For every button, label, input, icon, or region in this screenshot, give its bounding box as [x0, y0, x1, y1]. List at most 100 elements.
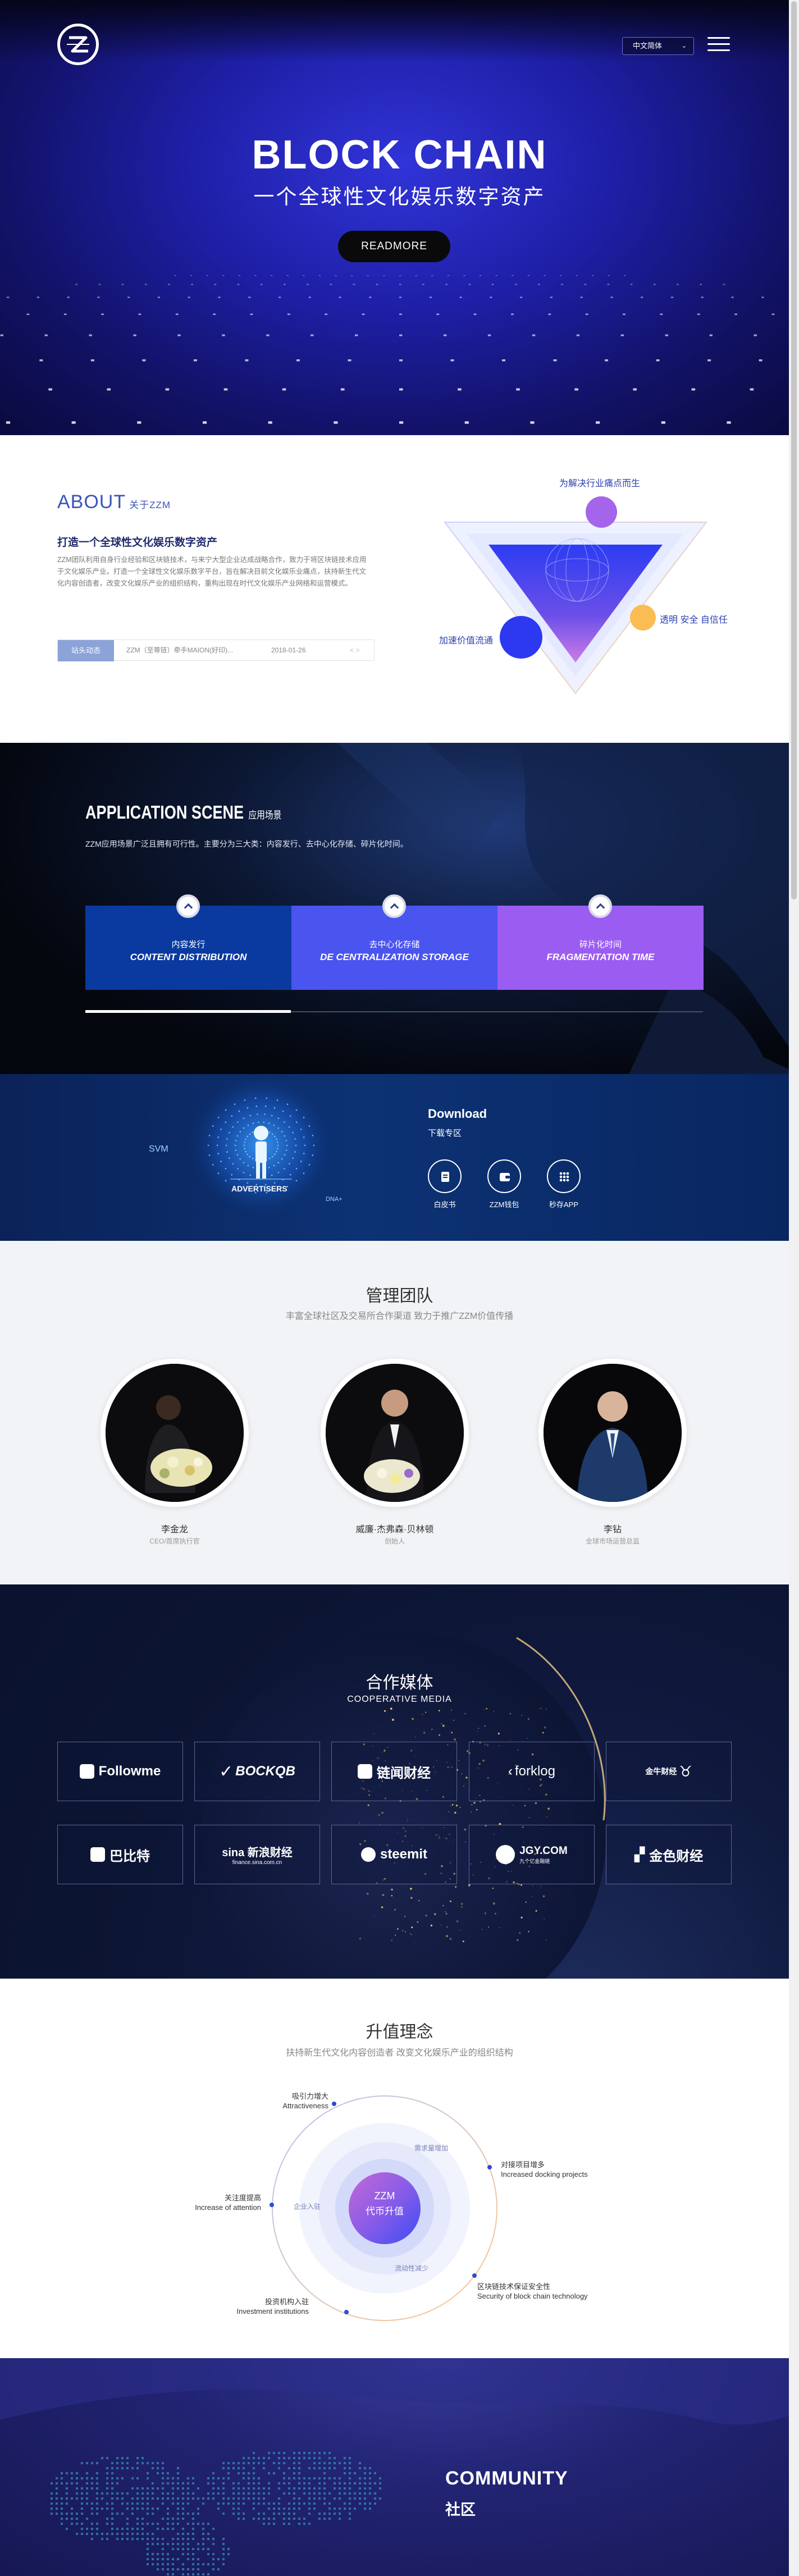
- sina-url: finance.sina.com.cn: [232, 1860, 282, 1866]
- media-title: 合作媒体: [366, 1674, 433, 1692]
- partner-name: 链闻财经: [377, 1765, 431, 1781]
- member-role: CEO/首席执行官: [149, 1537, 200, 1545]
- svm-label: SVM: [149, 1144, 168, 1154]
- logo[interactable]: [57, 24, 99, 65]
- triangle-label-top: 为解决行业痛点而生: [559, 479, 641, 488]
- news-arrows[interactable]: < >: [350, 640, 359, 660]
- about-heading-cn: 关于ZZM: [129, 500, 171, 510]
- partner-jinse[interactable]: ▞ 金色财经: [606, 1825, 732, 1884]
- partner-bockqb[interactable]: ✓ BOCKQB: [194, 1742, 320, 1801]
- whitepaper-button[interactable]: [428, 1159, 462, 1193]
- wallet-icon: [500, 1173, 510, 1181]
- application-title-en: APPLICATION SCENE: [85, 802, 244, 823]
- partner-8btc[interactable]: 巴比特: [57, 1825, 183, 1884]
- chevron-up-icon[interactable]: [382, 894, 406, 918]
- media-section: 合作媒体 COOPERATIVE MEDIA Followme ✓ BOCKQB …: [0, 1584, 799, 1979]
- partner-name: JGY.COM: [519, 1844, 568, 1857]
- followme-logo-icon: [79, 1764, 94, 1779]
- about-section: ABOUT 关于ZZM 打造一个全球性文化娱乐数字资产 ZZM团队利用自身行业经验…: [0, 435, 799, 743]
- world-map-graphic: [0, 2358, 799, 2575]
- app-card-3[interactable]: 碎片化时间 FRAGMENTATION TIME: [497, 894, 704, 990]
- download-subtitle: 下载专区: [428, 1129, 462, 1138]
- jgy-logo-icon: [496, 1845, 515, 1864]
- app-card-1[interactable]: 内容发行 CONTENT DISTRIBUTION: [85, 894, 291, 990]
- hamburger-menu-icon[interactable]: [707, 37, 730, 54]
- chevron-down-icon: ⌄: [681, 43, 687, 49]
- app-card-en: FRAGMENTATION TIME: [546, 952, 655, 962]
- triangle-label-right: 透明 安全 自信任: [660, 615, 728, 625]
- partner-lianwen[interactable]: 链闻财经: [331, 1742, 457, 1801]
- bockqb-logo-icon: ✓: [219, 1762, 234, 1781]
- app-card-en: CONTENT DISTRIBUTION: [130, 952, 247, 962]
- about-heading: ABOUT 关于ZZM: [57, 491, 171, 513]
- app-card-cn: 内容发行: [171, 940, 206, 949]
- member-name: 李钻: [603, 1525, 622, 1534]
- inner-label-left: 企业入驻: [294, 2203, 321, 2210]
- team-member-2: 威廉·杰弗森·贝林顿 创始人: [319, 1359, 471, 1561]
- app-card-cn: 碎片化时间: [579, 940, 622, 949]
- partner-steemit[interactable]: steemit: [331, 1825, 457, 1884]
- about-title: 打造一个全球性文化娱乐数字资产: [57, 537, 218, 549]
- member-name: 李金龙: [161, 1525, 188, 1534]
- partner-sina[interactable]: sina 新浪财经 finance.sina.com.cn: [194, 1825, 320, 1884]
- about-heading-en: ABOUT: [57, 491, 126, 513]
- chevron-up-icon[interactable]: [176, 894, 200, 918]
- member-photo: [326, 1364, 464, 1502]
- application-scene-section: APPLICATION SCENE 应用场景 ZZM应用场景广泛且拥有可行性。主要…: [0, 743, 799, 1074]
- member-photo: [544, 1364, 682, 1502]
- point-docking: 对接项目增多 Increased docking projects: [501, 2161, 588, 2178]
- dna-label: DNA+: [326, 1196, 343, 1203]
- chevron-up-icon[interactable]: [588, 894, 612, 918]
- team-member-3: 李钻 全球市场运营总监: [537, 1359, 688, 1561]
- application-title-cn: 应用场景: [248, 810, 282, 821]
- member-role: 创始人: [384, 1537, 405, 1545]
- forklog-logo-icon: ‹: [508, 1764, 513, 1779]
- community-subtitle: 社区: [445, 2501, 476, 2518]
- download-title: Download: [428, 1107, 487, 1121]
- partner-forklog[interactable]: ‹ forklog: [469, 1742, 595, 1801]
- app-card-2[interactable]: 去中心化存储 DE CENTRALIZATION STORAGE: [291, 894, 497, 990]
- readmore-button[interactable]: READMORE: [338, 231, 450, 262]
- app-card-cn: 去中心化存储: [369, 940, 420, 949]
- news-tag: 站头动态: [58, 640, 114, 661]
- member-photo: [106, 1364, 244, 1502]
- hero-grid-graphic: [0, 275, 799, 424]
- news-bar: 站头动态 ZZM（至尊链）牵手MAION(好印)... 2018-01-26 <…: [57, 640, 375, 661]
- bull-logo-icon: ♉: [679, 1762, 692, 1780]
- triangle-label-left: 加速价值流通: [439, 636, 494, 646]
- team-subtitle: 丰富全球社区及交易所合作渠道 致力于推广ZZM价值传播: [285, 1312, 514, 1321]
- grid-apps-icon: [559, 1172, 569, 1182]
- hero-subtitle: 一个全球性文化娱乐数字资产: [253, 185, 546, 208]
- scrollbar-thumb[interactable]: [791, 1, 797, 899]
- partner-name: sina 新浪财经: [222, 1847, 293, 1859]
- hero-section: 中文简体 ⌄ BLOCK CHAIN 一个全球性文化娱乐数字资产 READMOR…: [0, 0, 799, 435]
- carousel-progress: [85, 1010, 291, 1013]
- partner-name: BOCKQB: [235, 1764, 295, 1779]
- partner-name: 巴比特: [109, 1848, 150, 1864]
- download-section: SVM ADVERTISERS DNA+ Download 下载专区 白皮书 Z…: [0, 1074, 799, 1241]
- language-select[interactable]: 中文简体 ⌄: [622, 37, 694, 55]
- app-button[interactable]: [547, 1159, 581, 1193]
- value-center-en: ZZM: [374, 2190, 395, 2202]
- partner-followme[interactable]: Followme: [57, 1742, 183, 1801]
- point-attention: 关注度提高 Increase of attention: [195, 2194, 261, 2212]
- wallet-button[interactable]: [487, 1159, 521, 1193]
- document-icon: [441, 1172, 449, 1182]
- point-attractiveness: 吸引力增大 Attractiveness: [282, 2092, 328, 2110]
- application-title: APPLICATION SCENE 应用场景: [85, 802, 281, 823]
- member-role: 全球市场运营总监: [585, 1537, 640, 1545]
- whitepaper-label: 白皮书: [433, 1200, 456, 1209]
- team-section: 管理团队 丰富全球社区及交易所合作渠道 致力于推广ZZM价值传播 李金龙 CEO…: [0, 1241, 799, 1584]
- point-security: 区块链技术保证安全性 Security of block chain techno…: [477, 2282, 588, 2300]
- partner-jinniu[interactable]: 金牛财经 ♉: [606, 1742, 732, 1801]
- wallet-label: ZZM钱包: [489, 1200, 519, 1209]
- value-section: 升值理念 扶持新生代文化内容创造者 改变文化娱乐产业的组织结构 ZZM 代币升值…: [0, 1979, 799, 2358]
- jgy-sub: 九个亿金融链: [519, 1858, 550, 1864]
- partner-jgy[interactable]: JGY.COM 九个亿金融链: [469, 1825, 595, 1884]
- hero-title: BLOCK CHAIN: [252, 133, 547, 177]
- page-scrollbar[interactable]: [789, 0, 799, 2576]
- inner-label-top: 需求量增加: [414, 2144, 449, 2152]
- news-link[interactable]: ZZM（至尊链）牵手MAION(好印)...: [126, 640, 233, 660]
- partner-name: forklog: [514, 1764, 556, 1779]
- value-center-cn: 代币升值: [366, 2206, 404, 2217]
